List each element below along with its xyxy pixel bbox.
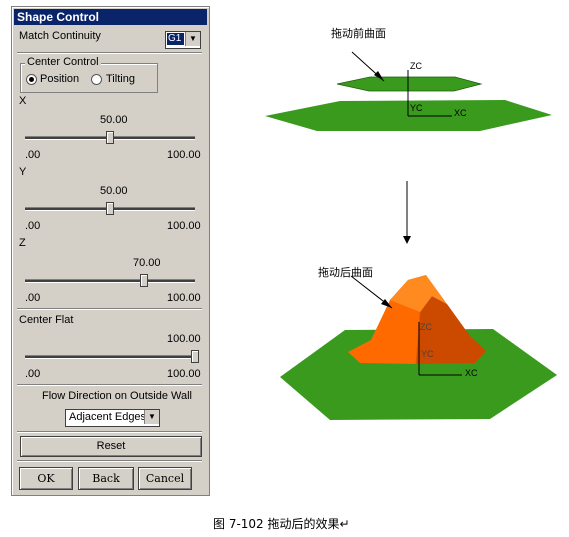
zc-label-top: ZC	[410, 61, 422, 71]
figure-caption: 图 7-102 拖动后的效果↵	[213, 517, 350, 531]
surface-illustration	[265, 51, 557, 420]
before-callout: 拖动前曲面	[331, 27, 386, 40]
arrow-down-head	[403, 236, 411, 244]
yc-label-bottom: YC	[421, 349, 434, 359]
xc-label-bottom: XC	[465, 368, 478, 378]
after-callout: 拖动后曲面	[318, 266, 373, 279]
front-surface-before	[336, 76, 483, 92]
zc-label-bottom: ZC	[420, 322, 432, 332]
yc-label-top: YC	[410, 103, 423, 113]
xc-label-top: XC	[454, 108, 467, 118]
